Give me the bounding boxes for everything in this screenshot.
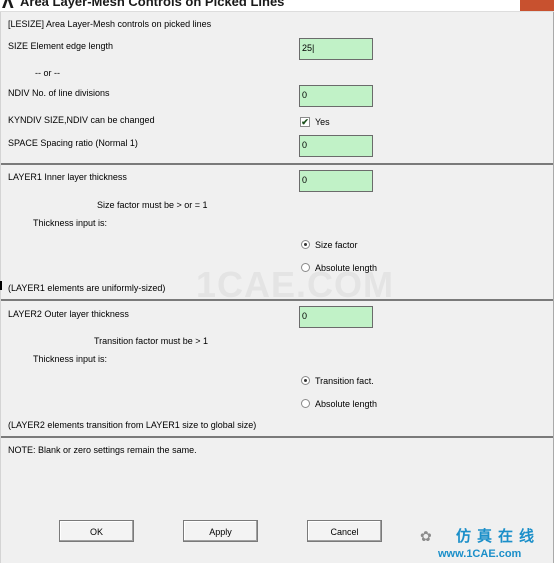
layer2-radio-transition-fact[interactable] — [301, 376, 310, 385]
layer1-input-is-label: Thickness input is: — [33, 218, 108, 228]
layer1-hint: Size factor must be > or = 1 — [97, 200, 208, 210]
layer2-radio-absolute-length[interactable] — [301, 399, 310, 408]
apply-button[interactable]: Apply — [183, 520, 258, 542]
ansys-logo-icon: Λ — [2, 0, 14, 12]
kyndiv-checkbox[interactable]: ✔ — [300, 117, 310, 127]
layer2-hint: Transition factor must be > 1 — [94, 336, 208, 346]
ndiv-input[interactable]: 0 — [299, 85, 373, 107]
layer2-option-transition-fact: Transition fact. — [315, 376, 374, 386]
or-separator: -- or -- — [35, 68, 60, 78]
layer1-radio-absolute-length[interactable] — [301, 263, 310, 272]
kyndiv-label: KYNDIV SIZE,NDIV can be changed — [8, 115, 155, 125]
edge-marker — [0, 281, 2, 290]
command-header: [LESIZE] Area Layer-Mesh controls on pic… — [8, 19, 212, 29]
window-controls[interactable] — [520, 0, 554, 11]
size-label: SIZE Element edge length — [8, 41, 114, 51]
window-title: Area Layer-Mesh Controls on Picked Lines — [20, 0, 285, 9]
wechat-icon: ✿ — [420, 528, 432, 544]
layer2-option-absolute-length: Absolute length — [315, 399, 378, 409]
layer1-radio-size-factor[interactable] — [301, 240, 310, 249]
title-bar: Λ Area Layer-Mesh Controls on Picked Lin… — [0, 0, 554, 12]
divider — [1, 436, 553, 438]
note-text: NOTE: Blank or zero settings remain the … — [8, 445, 197, 455]
layer1-note: (LAYER1 elements are uniformly-sized) — [8, 283, 166, 293]
layer1-option-absolute-length: Absolute length — [315, 263, 378, 273]
brand-logo: ✿ 仿真在线 www.1CAE.com — [420, 525, 552, 563]
layer2-label: LAYER2 Outer layer thickness — [8, 309, 129, 319]
ndiv-label: NDIV No. of line divisions — [8, 88, 110, 98]
space-label: SPACE Spacing ratio (Normal 1) — [8, 138, 138, 148]
divider — [1, 299, 553, 301]
space-input[interactable]: 0 — [299, 135, 373, 157]
brand-url: www.1CAE.com — [438, 548, 522, 560]
kyndiv-option-label: Yes — [315, 117, 330, 127]
brand-name: 仿真在线 — [456, 528, 541, 545]
layer1-option-size-factor: Size factor — [315, 240, 358, 250]
dialog-body: 1CAE.COM [LESIZE] Area Layer-Mesh contro… — [0, 12, 554, 563]
divider — [1, 163, 553, 165]
layer2-input-is-label: Thickness input is: — [33, 354, 108, 364]
ok-button[interactable]: OK — [59, 520, 134, 542]
layer1-input[interactable]: 0 — [299, 170, 373, 192]
layer2-input[interactable]: 0 — [299, 306, 373, 328]
layer2-note: (LAYER2 elements transition from LAYER1 … — [8, 420, 257, 430]
size-input[interactable]: 25| — [299, 38, 373, 60]
cancel-button[interactable]: Cancel — [307, 520, 382, 542]
layer1-label: LAYER1 Inner layer thickness — [8, 172, 127, 182]
